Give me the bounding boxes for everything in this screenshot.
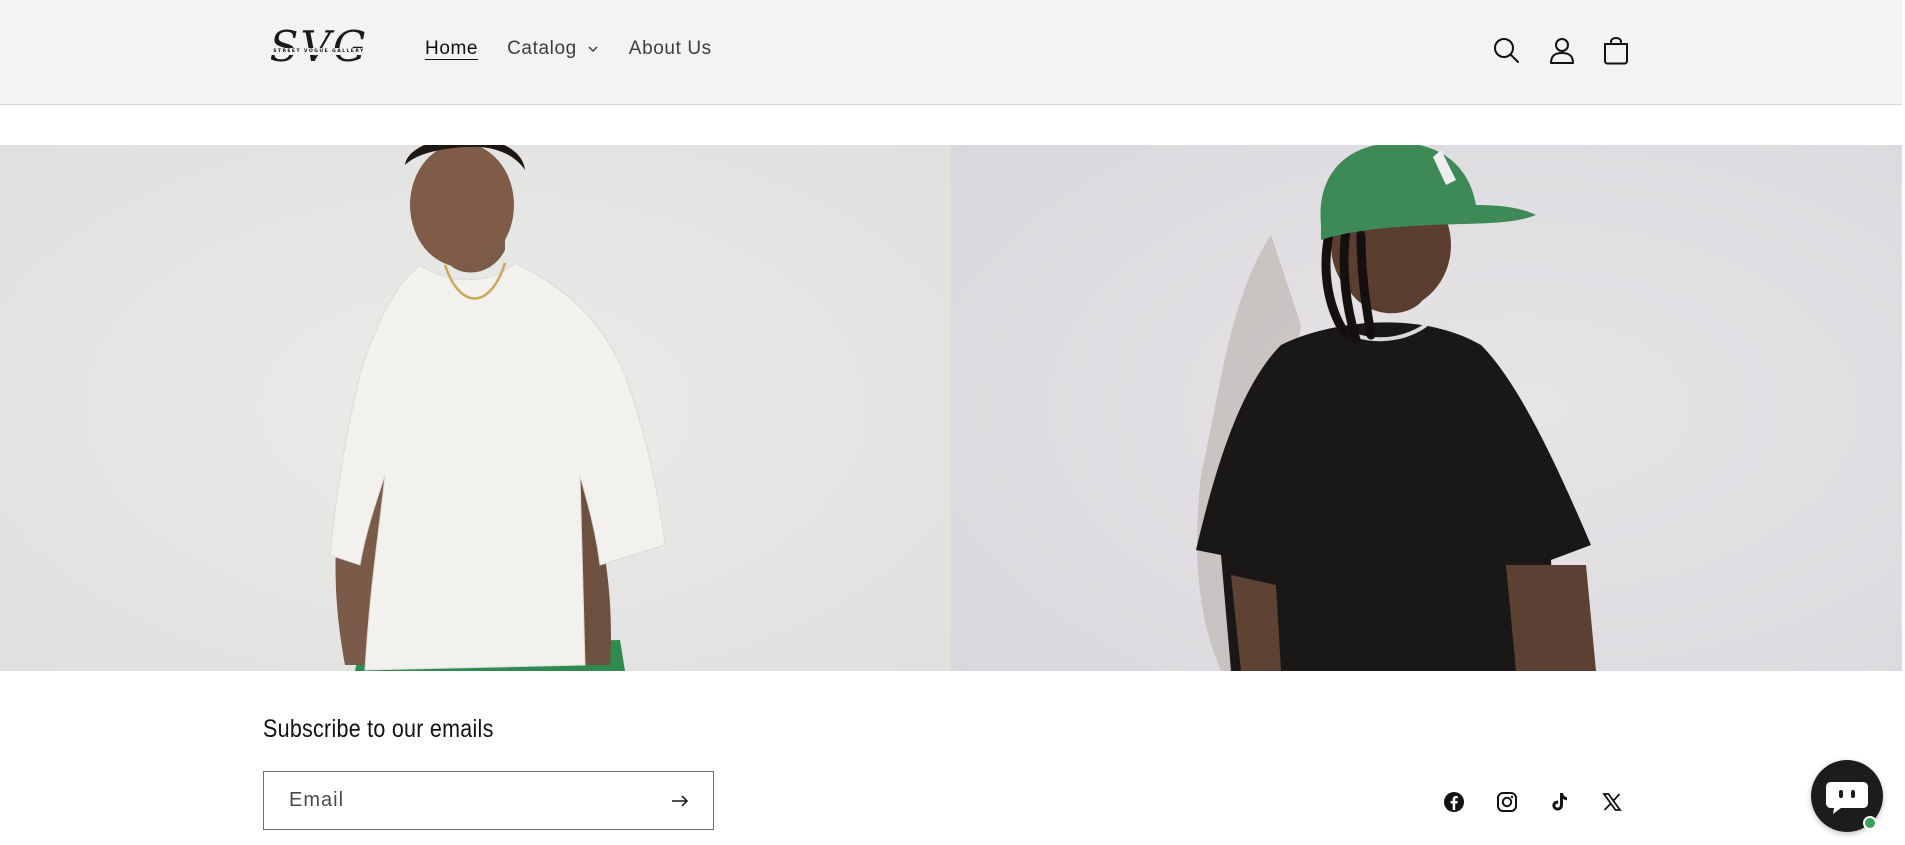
chevron-down-icon [588,46,598,53]
model-green-cap-illustration [951,145,1902,671]
logo-tagline: STREET VOGUE GALLERY [262,48,376,55]
facebook-icon[interactable] [1441,789,1467,815]
logo[interactable]: SVG STREET VOGUE GALLERY [262,22,376,74]
nav-item-label: Home [425,38,479,59]
header-spacer [0,105,1902,145]
instagram-icon[interactable] [1494,789,1520,815]
search-icon[interactable] [1491,35,1523,67]
hero-image-right[interactable] [951,145,1902,671]
nav-item-label: About Us [628,38,712,59]
online-status-dot [1863,816,1877,830]
hero-banner [0,145,1902,671]
x-icon[interactable] [1599,789,1625,815]
logo-mark: SVG [269,22,369,71]
site-footer: Subscribe to our emails [0,671,1905,845]
arrow-right-icon[interactable] [668,789,692,813]
nav-item-catalog[interactable]: Catalog [507,38,600,60]
nav-item-label: Catalog [507,38,577,59]
account-icon[interactable] [1546,35,1578,67]
site-header: SVG STREET VOGUE GALLERY Home Catalog Ab… [0,0,1902,105]
hero-image-left[interactable] [0,145,951,671]
tiktok-icon[interactable] [1546,789,1572,815]
main-nav: Home Catalog About Us [425,38,741,60]
model-white-tee-illustration [0,145,951,671]
nav-item-about-us[interactable]: About Us [629,38,712,60]
nav-item-home[interactable]: Home [425,38,478,60]
email-field[interactable] [289,772,649,829]
cart-icon[interactable] [1600,35,1632,67]
newsletter-title: Subscribe to our emails [263,715,494,743]
newsletter-form [263,771,714,830]
